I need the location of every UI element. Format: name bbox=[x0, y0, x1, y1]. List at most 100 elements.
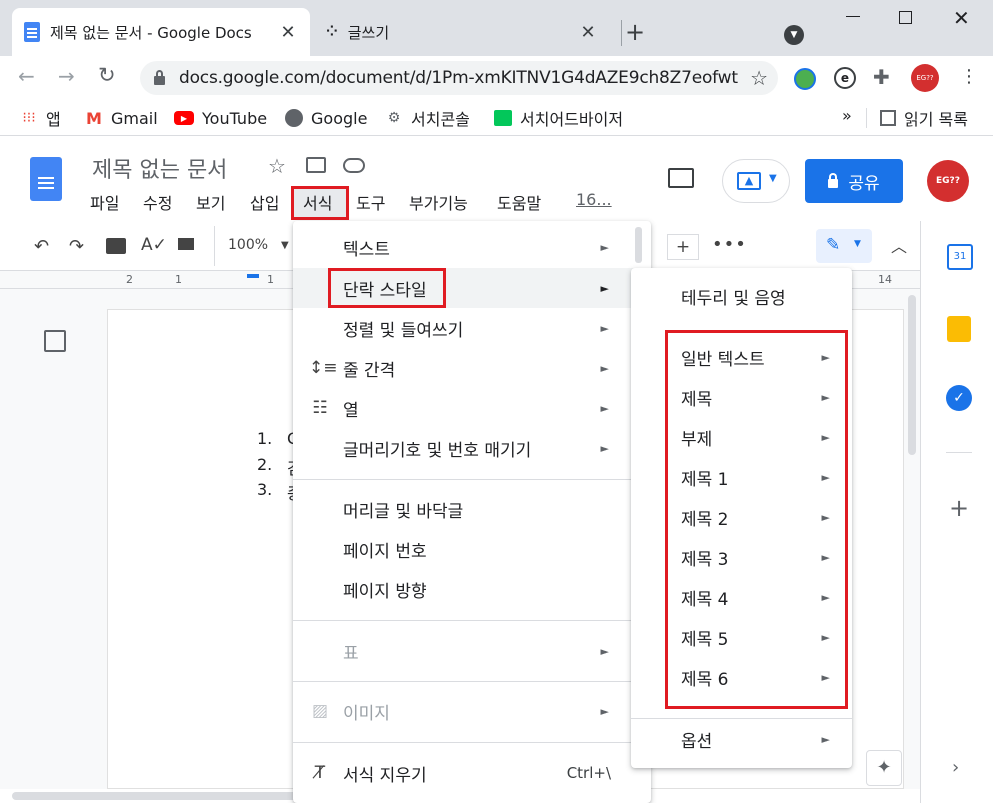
submenu-arrow-icon: ► bbox=[600, 401, 609, 415]
bookmark-google[interactable]: Google bbox=[285, 108, 367, 128]
font-size-increase-icon[interactable]: + bbox=[667, 234, 699, 260]
extension-avatar-icon[interactable] bbox=[794, 68, 816, 90]
submenu-item-heading-4[interactable]: 제목 4 ► bbox=[631, 577, 852, 617]
zoom-select[interactable]: 100% bbox=[228, 237, 268, 253]
menu-item-label: 옵션 bbox=[681, 731, 713, 752]
redo-icon[interactable]: ↷ bbox=[69, 236, 84, 257]
bookmark-search-advisor[interactable]: 서치어드바이저 bbox=[494, 108, 623, 129]
tab-google-docs[interactable]: 제목 없는 문서 - Google Docs ✕ bbox=[12, 8, 310, 56]
expand-panel-icon[interactable]: › bbox=[952, 757, 959, 778]
format-menu-item-columns[interactable]: ☷ 열 ► bbox=[293, 388, 651, 428]
close-tab-icon[interactable]: ✕ bbox=[278, 22, 298, 43]
share-button[interactable]: 공유 bbox=[805, 159, 903, 203]
last-edit-link[interactable]: 16... bbox=[576, 190, 612, 209]
explore-icon[interactable]: ✦ bbox=[866, 750, 902, 786]
indent-marker[interactable] bbox=[247, 274, 259, 278]
add-addon-icon[interactable]: + bbox=[949, 494, 969, 522]
account-avatar[interactable]: EG?? bbox=[927, 160, 969, 202]
star-icon[interactable]: ☆ bbox=[268, 154, 286, 178]
submenu-item-heading-2[interactable]: 제목 2 ► bbox=[631, 497, 852, 537]
tasks-icon[interactable]: ✓ bbox=[946, 385, 972, 411]
submenu-item-heading-5[interactable]: 제목 5 ► bbox=[631, 617, 852, 657]
zoom-dropdown-icon[interactable]: ▼ bbox=[281, 240, 289, 251]
pencil-icon: ✎ bbox=[826, 235, 841, 255]
format-menu-item-text[interactable]: 텍스트 ► bbox=[293, 227, 651, 267]
format-menu-item-clear-formatting[interactable]: T̸ 서식 지우기 Ctrl+\ bbox=[293, 753, 651, 793]
menu-kebab-icon[interactable]: ⋮ bbox=[960, 66, 978, 87]
editing-mode-button[interactable]: ✎ ▼ bbox=[816, 229, 872, 263]
move-folder-icon[interactable] bbox=[306, 157, 326, 173]
url-bar[interactable]: docs.google.com/document/d/1Pm-xmKITNV1G… bbox=[140, 61, 778, 95]
submenu-item-title[interactable]: 제목 ► bbox=[631, 377, 852, 417]
new-tab-button[interactable]: + bbox=[625, 18, 645, 46]
collapse-toolbar-icon[interactable]: ︿ bbox=[891, 233, 907, 257]
menu-scrollbar[interactable] bbox=[635, 227, 642, 263]
format-menu-item-page-orientation[interactable]: 페이지 방향 bbox=[293, 569, 651, 609]
format-menu-item-bullets-numbering[interactable]: 글머리기호 및 번호 매기기 ► bbox=[293, 428, 651, 468]
submenu-arrow-icon: ► bbox=[600, 240, 609, 254]
menu-help[interactable]: 도움말 bbox=[497, 190, 541, 214]
submenu-item-heading-6[interactable]: 제목 6 ► bbox=[631, 657, 852, 697]
paint-format-icon[interactable] bbox=[178, 238, 194, 250]
format-menu-item-page-numbers[interactable]: 페이지 번호 bbox=[293, 529, 651, 569]
menu-file[interactable]: 파일 bbox=[90, 190, 119, 214]
puzzle-icon[interactable]: ✚ bbox=[873, 65, 890, 89]
back-icon[interactable]: ← bbox=[18, 64, 35, 88]
format-menu-item-header-footer[interactable]: 머리글 및 바닥글 bbox=[293, 489, 651, 529]
reading-list-button[interactable]: 읽기 목록 bbox=[880, 108, 968, 129]
minimize-icon[interactable] bbox=[846, 16, 860, 17]
bookmark-search-console[interactable]: ⚙ 서치콘솔 bbox=[385, 108, 470, 129]
tab-title: 글쓰기 bbox=[347, 23, 390, 42]
document-outline-icon[interactable] bbox=[44, 330, 66, 352]
present-button[interactable]: ▲ ▼ bbox=[722, 159, 790, 203]
bookmark-youtube[interactable]: ▶ YouTube bbox=[174, 108, 267, 128]
extension-e-icon[interactable]: e bbox=[834, 67, 856, 89]
more-options-icon[interactable]: ••• bbox=[712, 234, 747, 255]
bookmark-apps[interactable]: ⁝⁝⁝ 앱 bbox=[20, 108, 60, 129]
menu-edit[interactable]: 수정 bbox=[143, 190, 172, 214]
calendar-icon[interactable]: 31 bbox=[947, 244, 973, 270]
docs-logo-icon[interactable] bbox=[30, 157, 62, 201]
format-menu-item-line-spacing[interactable]: ↕≡ 줄 간격 ► bbox=[293, 348, 651, 388]
menu-item-label: 정렬 및 들여쓰기 bbox=[343, 320, 464, 341]
submenu-item-borders-shading[interactable]: 테두리 및 음영 bbox=[631, 276, 852, 316]
submenu-item-subtitle[interactable]: 부제 ► bbox=[631, 417, 852, 457]
document-title[interactable]: 제목 없는 문서 bbox=[92, 152, 227, 184]
undo-icon[interactable]: ↶ bbox=[34, 236, 49, 257]
spellcheck-icon[interactable]: A✓ bbox=[141, 235, 167, 255]
keep-icon[interactable] bbox=[947, 316, 971, 342]
menu-view[interactable]: 보기 bbox=[196, 190, 225, 214]
format-menu-item-table: 표 ► bbox=[293, 631, 651, 671]
bookmark-star-icon[interactable]: ☆ bbox=[750, 66, 768, 90]
print-icon[interactable] bbox=[106, 238, 126, 254]
format-menu-item-image: ▨ 이미지 ► bbox=[293, 691, 651, 731]
submenu-arrow-icon: ► bbox=[821, 350, 830, 364]
bookmark-gmail[interactable]: M Gmail bbox=[85, 108, 158, 128]
submenu-item-heading-3[interactable]: 제목 3 ► bbox=[631, 537, 852, 577]
maximize-icon[interactable] bbox=[899, 11, 912, 24]
comment-history-icon[interactable] bbox=[668, 168, 694, 188]
reload-icon[interactable]: ↻ bbox=[98, 63, 116, 87]
vertical-scrollbar[interactable] bbox=[908, 295, 916, 455]
tab-writing[interactable]: ⁘ 글쓰기 ✕ bbox=[314, 8, 610, 56]
menu-item-label: 페이지 번호 bbox=[343, 541, 427, 562]
menu-format[interactable]: 서식 bbox=[303, 190, 332, 214]
close-window-icon[interactable]: ✕ bbox=[953, 6, 970, 30]
menu-tools[interactable]: 도구 bbox=[356, 190, 385, 214]
menu-item-label: 제목 2 bbox=[681, 509, 729, 530]
menu-item-label: 열 bbox=[343, 400, 359, 421]
submenu-item-heading-1[interactable]: 제목 1 ► bbox=[631, 457, 852, 497]
menu-item-label: 제목 bbox=[681, 389, 713, 410]
more-bookmarks-icon[interactable]: » bbox=[842, 106, 852, 125]
close-tab-icon[interactable]: ✕ bbox=[578, 22, 598, 43]
submenu-item-options[interactable]: 옵션 ► bbox=[631, 719, 852, 759]
profile-avatar[interactable]: EG?? bbox=[911, 64, 939, 92]
tab-search-icon[interactable]: ▼ bbox=[784, 25, 804, 45]
menu-insert[interactable]: 삽입 bbox=[250, 190, 279, 214]
forward-icon[interactable]: → bbox=[58, 64, 75, 88]
menu-addons[interactable]: 부가기능 bbox=[409, 190, 468, 214]
cloud-status-icon bbox=[343, 158, 365, 173]
menu-item-label: 제목 6 bbox=[681, 669, 729, 690]
format-menu-item-align-indent[interactable]: 정렬 및 들여쓰기 ► bbox=[293, 308, 651, 348]
submenu-item-normal-text[interactable]: 일반 텍스트 ► bbox=[631, 337, 852, 377]
